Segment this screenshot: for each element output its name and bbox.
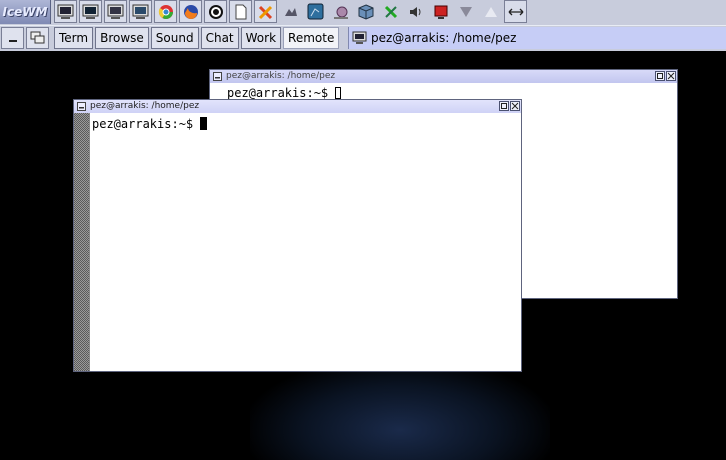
cursor-hollow [335, 87, 342, 99]
box-icon[interactable] [354, 0, 377, 23]
window-title: pez@arrakis: /home/pez [226, 71, 336, 81]
close-button[interactable] [666, 71, 676, 81]
game-icon[interactable] [279, 0, 302, 23]
task-item-terminal[interactable]: pez@arrakis: /home/pez [348, 27, 726, 49]
wrench-icon[interactable] [379, 0, 402, 23]
workspace-term[interactable]: Term [54, 27, 94, 49]
terminal-output[interactable]: pez@arrakis:~$ [227, 86, 342, 100]
chart-icon[interactable] [304, 0, 327, 23]
snail-icon[interactable] [329, 0, 352, 23]
chrome-icon[interactable] [154, 0, 177, 23]
window-titlebar[interactable]: pez@arrakis: /home/pez [210, 70, 677, 83]
document-icon[interactable] [229, 0, 252, 23]
workspace-switcher: Term Browse Sound Chat Work Remote [54, 27, 341, 49]
maximize-button[interactable] [655, 71, 665, 81]
workspace-work[interactable]: Work [240, 27, 282, 49]
workspace-remote[interactable]: Remote [283, 27, 340, 49]
workspace-chat[interactable]: Chat [200, 27, 239, 49]
resize-horizontal-icon[interactable] [504, 0, 527, 23]
quick-launch-bar [54, 0, 529, 24]
terminal-icon[interactable] [79, 0, 102, 23]
terminal-scrollbar[interactable] [74, 113, 90, 371]
window-menu-icon[interactable] [213, 72, 222, 81]
taskbar: IceWM Term Browse Sound Chat Work Remote… [0, 0, 726, 51]
monitor-red-icon[interactable] [429, 0, 452, 23]
volume-icon[interactable] [404, 0, 427, 23]
arrow-down-icon[interactable] [454, 0, 477, 23]
terminal-icon[interactable] [54, 0, 77, 23]
tools-icon[interactable] [254, 0, 277, 23]
workspace-sound[interactable]: Sound [150, 27, 199, 49]
task-item-label: pez@arrakis: /home/pez [371, 31, 517, 45]
minimize-all-button[interactable] [1, 27, 24, 49]
obs-icon[interactable] [204, 0, 227, 23]
terminal-icon[interactable] [129, 0, 152, 23]
window-menu-icon[interactable] [77, 102, 86, 111]
firefox-icon[interactable] [179, 0, 202, 23]
maximize-button[interactable] [499, 101, 509, 111]
window-title: pez@arrakis: /home/pez [90, 101, 200, 111]
window-list-button[interactable] [26, 27, 49, 49]
window-titlebar[interactable]: pez@arrakis: /home/pez [74, 100, 521, 113]
taskbar-top-row: IceWM [0, 0, 726, 24]
arrow-up-icon[interactable] [479, 0, 502, 23]
terminal-window-front[interactable]: pez@arrakis: /home/pez pez@arrakis:~$ [73, 99, 522, 372]
start-menu-button[interactable]: IceWM [0, 0, 51, 24]
close-button[interactable] [510, 101, 520, 111]
desktop-wallpaper [250, 360, 550, 460]
workspace-browse[interactable]: Browse [95, 27, 149, 49]
taskbar-bottom-row: Term Browse Sound Chat Work Remote pez@a… [0, 25, 726, 51]
terminal-icon[interactable] [104, 0, 127, 23]
terminal-icon [352, 31, 367, 44]
terminal-output[interactable]: pez@arrakis:~$ [92, 117, 208, 131]
cursor-block [200, 117, 208, 130]
